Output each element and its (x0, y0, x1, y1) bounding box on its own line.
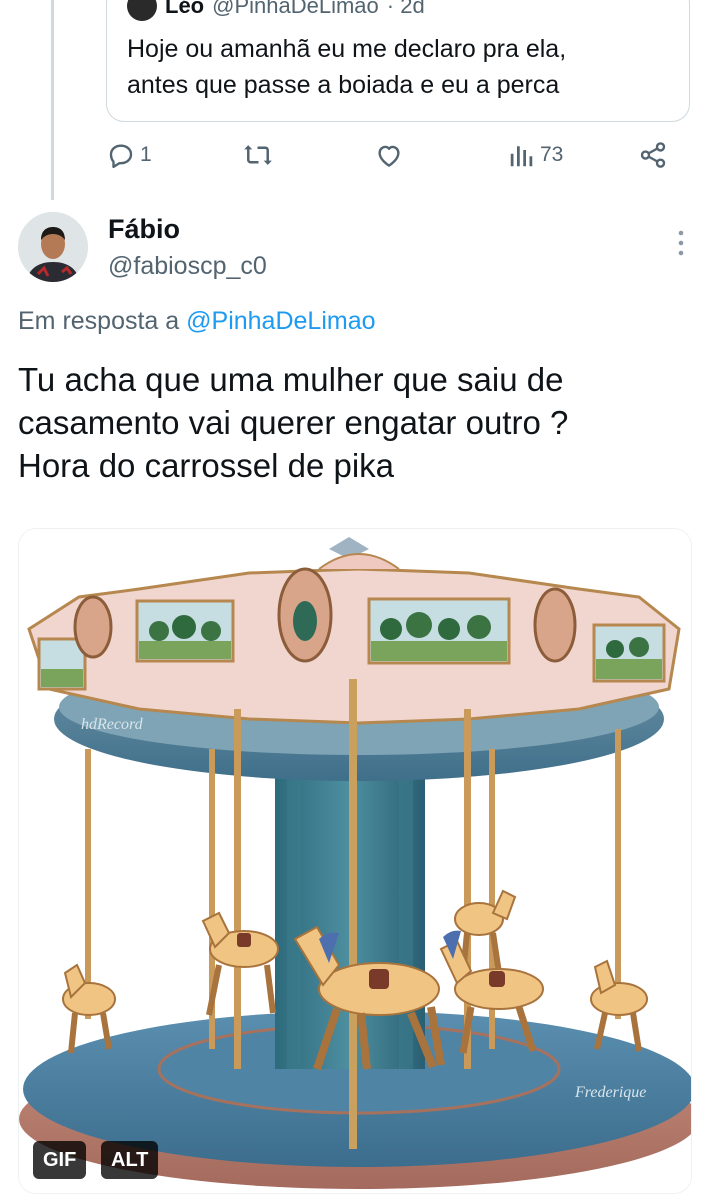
reply-mention-link[interactable]: @PinhaDeLimao (186, 307, 375, 335)
views-icon (508, 140, 536, 170)
reply-author-row: Fábio @fabioscp_c0 (18, 212, 698, 287)
share-button[interactable] (638, 140, 668, 170)
more-icon (676, 230, 686, 262)
quoted-tweet-card[interactable]: Léo @PinhaDeLimao · 2d Hoje ou amanhã eu… (106, 0, 690, 122)
tweet-text-line: casamento vai querer engatar outro ? (18, 404, 569, 441)
heart-icon (374, 140, 404, 170)
reply-context-prefix: Em resposta a (18, 307, 180, 335)
like-button[interactable] (374, 140, 408, 170)
reply-count: 1 (140, 143, 152, 166)
carousel-illustration: hdRecord Frederique (19, 529, 691, 1193)
watermark-left: hdRecord (81, 716, 144, 733)
reply-author-name[interactable]: Fábio (108, 212, 180, 246)
avatar[interactable] (18, 212, 88, 282)
tweet-text-line: Tu acha que uma mulher que saiu de (18, 361, 564, 398)
quoted-text-line: antes que passe a boiada e eu a perca (127, 71, 560, 99)
reply-icon (106, 140, 136, 170)
tweet-media-gif[interactable]: hdRecord Frederique GIF ALT (18, 528, 692, 1194)
watermark-right: Frederique (574, 1084, 646, 1101)
tweet-text: Tu acha que uma mulher que saiu de casam… (18, 358, 688, 487)
reply-context: Em resposta a @PinhaDeLimao (18, 304, 376, 338)
reply-button[interactable]: 1 (106, 140, 152, 170)
retweet-icon (242, 140, 274, 170)
tweet-text-line: Hora do carrossel de pika (18, 447, 395, 484)
tweet-action-bar: 1 73 (0, 140, 712, 180)
views-button[interactable]: 73 (508, 140, 563, 170)
retweet-button[interactable] (242, 140, 278, 170)
share-icon (638, 140, 668, 170)
quoted-author-name[interactable]: Léo (165, 0, 204, 19)
gif-badge[interactable]: GIF (33, 1141, 87, 1179)
quoted-author-avatar[interactable] (127, 0, 157, 21)
quoted-author-handle[interactable]: @PinhaDeLimao (212, 0, 379, 19)
quoted-text-line: Hoje ou amanhã eu me declaro pra ela, (127, 35, 567, 63)
alt-badge[interactable]: ALT (101, 1141, 159, 1179)
quoted-tweet-text: Hoje ou amanhã eu me declaro pra ela, an… (127, 31, 677, 103)
reply-author-handle[interactable]: @fabioscp_c0 (108, 250, 267, 282)
quoted-tweet-time: · 2d (386, 0, 425, 18)
views-count: 73 (540, 143, 564, 166)
more-button[interactable] (676, 228, 686, 263)
quoted-tweet-header: Léo @PinhaDeLimao · 2d (127, 0, 425, 21)
